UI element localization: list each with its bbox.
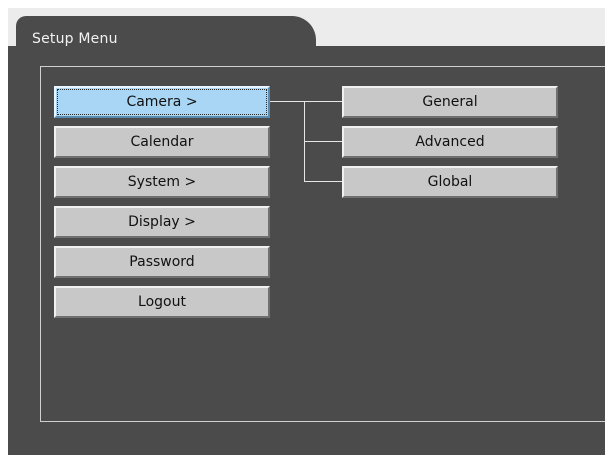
- menu-item-system[interactable]: System >: [54, 166, 270, 198]
- submenu-item-general[interactable]: General: [342, 86, 558, 118]
- menu-panel: [40, 66, 605, 422]
- menu-item-display[interactable]: Display >: [54, 206, 270, 238]
- submenu-item-global[interactable]: Global: [342, 166, 558, 198]
- connector-horizontal: [270, 101, 342, 102]
- submenu-item-advanced[interactable]: Advanced: [342, 126, 558, 158]
- menu-item-logout[interactable]: Logout: [54, 286, 270, 318]
- menu-item-camera[interactable]: Camera >: [54, 86, 270, 118]
- menu-item-calendar[interactable]: Calendar: [54, 126, 270, 158]
- window-title: Setup Menu: [32, 31, 118, 47]
- connector-global: [304, 181, 342, 182]
- setup-menu-window: Setup Menu Camera > Calendar System > Di…: [8, 8, 605, 455]
- menu-item-password[interactable]: Password: [54, 246, 270, 278]
- connector-advanced: [304, 141, 342, 142]
